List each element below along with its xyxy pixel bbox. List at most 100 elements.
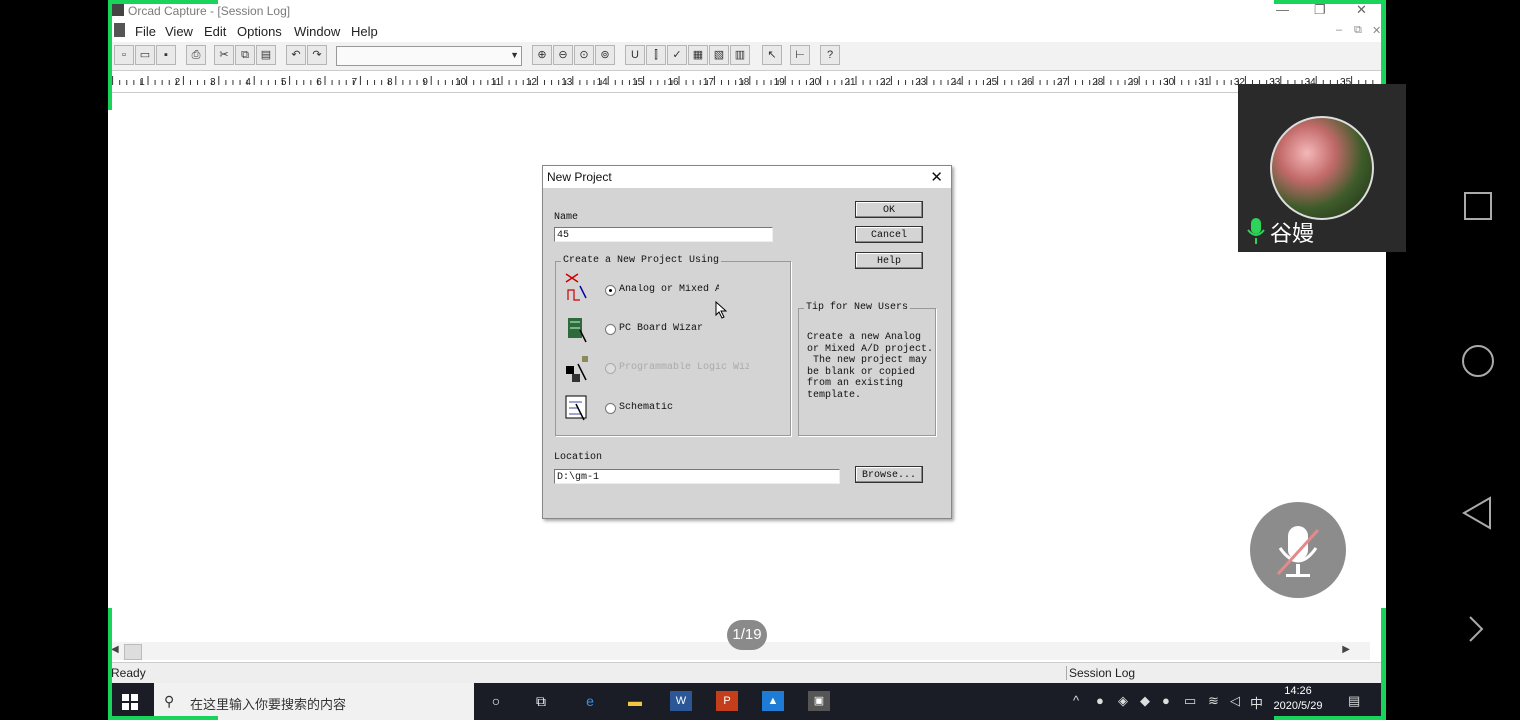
zoom-all-icon[interactable]: ⊚ [595,45,615,65]
cut-icon[interactable]: ✂ [214,45,234,65]
ruler-ticks: 1 2 3 4 5 6 7 8 9 10 11 12 13 14 15 16 17 18 19 20 21 22 23 24 2… [112,76,1374,88]
menu-window[interactable]: Window [294,24,340,39]
scroll-thumb[interactable] [124,644,142,660]
recent-apps-icon[interactable] [1462,190,1494,222]
orcad-app-icon [112,4,124,16]
toolbar: ▫ ▭ ▪ ⎙ ✂ ⧉ ▤ ↶ ↷ ▼ ⊕ ⊖ ⊙ ⊚ U ⫿ ✓ ▦ ▧ ▥ … [108,42,1386,71]
ok-button[interactable]: OK [855,201,923,218]
qq-icon[interactable]: ◆ [1140,693,1150,709]
microphone-active-icon [1247,218,1265,244]
menu-options[interactable]: Options [237,24,282,39]
task-view-icon[interactable]: ⧉ [530,691,552,711]
share-border-left-top [108,0,112,110]
menu-edit[interactable]: Edit [204,24,226,39]
status-text: Ready [111,666,146,680]
ruler-label: 1 [139,77,145,88]
annotate-icon[interactable]: U [625,45,645,65]
browse-button[interactable]: Browse... [855,466,923,483]
zoom-in-icon[interactable]: ⊕ [532,45,552,65]
ruler-label: 19 [774,77,786,88]
file-explorer-icon[interactable]: ▬ [624,691,646,711]
dialog-close-icon[interactable]: ✕ [930,168,943,186]
paste-icon[interactable]: ▤ [256,45,276,65]
menu-file[interactable]: File [135,24,156,39]
back-annotate-icon[interactable]: ⫿ [646,45,666,65]
cortana-icon[interactable]: ○ [485,691,507,711]
menu-help[interactable]: Help [351,24,378,39]
taskbar-search-box[interactable]: ⚲ 在这里输入你要搜索的内容 [154,683,474,720]
redo-icon[interactable]: ↷ [307,45,327,65]
undo-icon[interactable]: ↶ [286,45,306,65]
zoom-area-icon[interactable]: ⊙ [574,45,594,65]
maximize-button[interactable]: ❐ [1314,2,1326,18]
mdi-minimize-button[interactable]: – [1336,24,1342,36]
pointer-icon[interactable]: ↖ [762,45,782,65]
cancel-button[interactable]: Cancel [855,226,923,243]
help-icon[interactable]: ? [820,45,840,65]
share-border-bottom-left [108,716,218,720]
radio-analog-mixed[interactable] [605,285,616,296]
menu-bar: File View Edit Options Window Help – ⧉ ✕ [108,22,1386,40]
pc-board-icon [568,318,587,343]
scroll-right-icon[interactable]: ▶ [1342,644,1350,655]
volume-icon[interactable]: ◁ [1230,693,1240,709]
new-file-icon[interactable]: ▫ [114,45,134,65]
meeting-app-icon[interactable]: ▲ [762,691,784,711]
print-icon[interactable]: ⎙ [186,45,206,65]
ruler-label: 10 [455,77,467,88]
shield-icon[interactable]: ◈ [1118,693,1128,709]
radio-schematic[interactable] [605,403,616,414]
cross-reference-icon[interactable]: ▧ [709,45,729,65]
mouse-cursor-icon [715,301,727,319]
windows-start-icon[interactable] [122,694,138,710]
participant-video-tile[interactable]: 谷嫚 [1238,84,1406,252]
ruler-label: 20 [809,77,821,88]
zoom-out-icon[interactable]: ⊖ [553,45,573,65]
toolbar-combo-box[interactable]: ▼ [336,46,522,66]
powerpoint-icon[interactable]: P [716,691,738,711]
mute-microphone-button[interactable] [1250,502,1346,598]
radio-pc-board-wizard[interactable] [605,324,616,335]
hierarchy-icon[interactable]: ⊢ [790,45,810,65]
chevron-right-icon[interactable] [1466,614,1486,644]
page-indicator: 1/19 [727,620,767,650]
mdi-restore-button[interactable]: ⧉ [1354,24,1362,37]
location-input[interactable]: D:\gm-1 [554,469,840,484]
search-icon: ⚲ [164,693,175,709]
ruler: 1 2 3 4 5 6 7 8 9 10 11 12 13 14 15 16 17 18 19 20 21 22 23 24 2… [108,72,1386,93]
mdi-close-button[interactable]: ✕ [1372,24,1381,37]
home-icon[interactable] [1460,343,1496,379]
wifi-icon[interactable]: ≋ [1208,693,1219,709]
orcad-taskbar-icon[interactable]: ▣ [808,691,830,711]
help-button[interactable]: Help [855,252,923,269]
option-programmable-logic-label: Programmable Logic Wiz [619,362,749,373]
save-icon[interactable]: ▪ [156,45,176,65]
minimize-button[interactable]: — [1276,2,1289,17]
notification-icon[interactable]: ▤ [1348,693,1360,709]
ruler-label: 15 [632,77,644,88]
ime-indicator[interactable]: 中 [1250,693,1263,712]
ruler-label: 14 [597,77,609,88]
ruler-label: 31 [1198,77,1210,88]
word-icon[interactable]: W [670,691,692,711]
project-name-input[interactable]: 45 [554,227,773,242]
share-border-right-bottom [1381,608,1386,720]
taskbar-clock[interactable]: 14:26 2020/5/29 [1268,685,1328,712]
chevron-down-icon: ▼ [510,50,519,60]
netlist-icon[interactable]: ▦ [688,45,708,65]
windows-taskbar: ⚲ 在这里输入你要搜索的内容 ○ ⧉ e ▬ W P ▲ ▣ ^ ● ◈ ◆ ●… [108,683,1386,720]
edge-browser-icon[interactable]: e [579,691,601,711]
battery-icon[interactable]: ▭ [1184,693,1196,709]
scroll-left-icon[interactable]: ◀ [111,644,119,655]
name-label: Name [554,212,579,223]
drc-icon[interactable]: ✓ [667,45,687,65]
bill-of-materials-icon[interactable]: ▥ [730,45,750,65]
close-button[interactable]: ✕ [1356,2,1367,18]
copy-icon[interactable]: ⧉ [235,45,255,65]
wechat-icon[interactable]: ● [1162,693,1170,708]
back-icon[interactable] [1460,495,1494,531]
microphone-tray-icon[interactable]: ● [1096,693,1104,708]
tray-overflow-icon[interactable]: ^ [1073,693,1079,708]
open-folder-icon[interactable]: ▭ [135,45,155,65]
menu-view[interactable]: View [165,24,193,39]
